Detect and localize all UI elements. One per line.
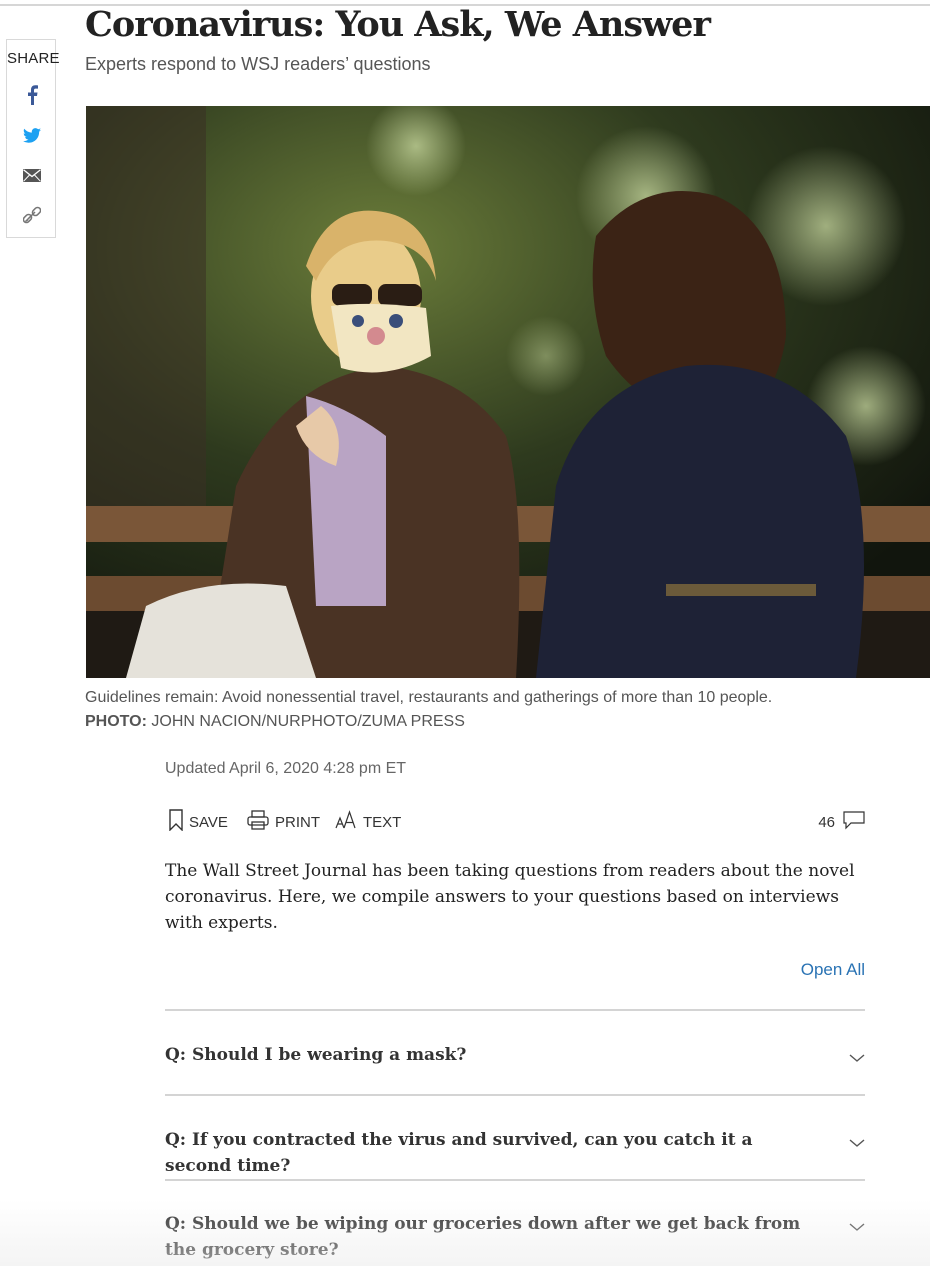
twitter-icon bbox=[23, 127, 41, 143]
share-email-button[interactable] bbox=[7, 160, 57, 190]
print-label: PRINT bbox=[275, 813, 320, 831]
facebook-icon bbox=[28, 85, 38, 105]
article-headline: Coronavirus: You Ask, We Answer bbox=[85, 4, 711, 45]
share-twitter-button[interactable] bbox=[7, 120, 57, 150]
article-dek: Experts respond to WSJ readers’ question… bbox=[85, 54, 431, 74]
chevron-down-icon bbox=[849, 1223, 865, 1231]
article-photo bbox=[86, 106, 930, 678]
faq-question: Q: If you contracted the virus and survi… bbox=[165, 1130, 753, 1176]
share-link-button[interactable] bbox=[7, 200, 57, 230]
chevron-down-icon bbox=[849, 1054, 865, 1062]
faq-question: Q: Should we be wiping our groceries dow… bbox=[165, 1214, 801, 1260]
share-facebook-button[interactable] bbox=[7, 80, 57, 110]
faq-item[interactable]: Q: Should we be wiping our groceries dow… bbox=[165, 1179, 865, 1268]
share-rail: SHARE bbox=[6, 39, 60, 238]
photo-caption: Guidelines remain: Avoid nonessential tr… bbox=[85, 686, 772, 734]
comment-icon bbox=[843, 811, 865, 830]
text-size-button[interactable]: TEXT bbox=[335, 804, 401, 836]
updated-timestamp: Updated April 6, 2020 4:28 pm ET bbox=[165, 760, 407, 777]
link-icon bbox=[23, 206, 41, 224]
faq-question: Q: Should I be wearing a mask? bbox=[165, 1045, 467, 1065]
email-icon bbox=[23, 168, 41, 182]
photo-credit: PHOTO: JOHN NACION/NURPHOTO/ZUMA PRESS bbox=[85, 710, 772, 734]
faq-item[interactable]: Q: If you contracted the virus and survi… bbox=[165, 1094, 865, 1180]
text-size-label: TEXT bbox=[363, 813, 402, 831]
printer-icon bbox=[247, 810, 269, 830]
share-label: SHARE bbox=[7, 50, 60, 67]
comments-count: 46 bbox=[818, 813, 835, 831]
save-button[interactable]: SAVE bbox=[169, 804, 228, 836]
open-all-link[interactable]: Open All bbox=[801, 960, 865, 980]
caption-text: Guidelines remain: Avoid nonessential tr… bbox=[85, 689, 773, 706]
comments-button[interactable]: 46 bbox=[818, 804, 865, 836]
chevron-down-icon bbox=[849, 1139, 865, 1147]
credit-text: JOHN NACION/NURPHOTO/ZUMA PRESS bbox=[146, 713, 465, 730]
bookmark-icon bbox=[169, 809, 183, 831]
print-button[interactable]: PRINT bbox=[247, 804, 320, 836]
article-intro: The Wall Street Journal has been taking … bbox=[165, 861, 855, 933]
credit-label: PHOTO: bbox=[85, 713, 147, 730]
save-label: SAVE bbox=[189, 813, 228, 831]
text-size-icon bbox=[335, 810, 356, 829]
faq-item[interactable]: Q: Should I be wearing a mask? bbox=[165, 1009, 865, 1095]
article-toolbar: SAVE PRINT TEXT 46 bbox=[165, 804, 865, 836]
